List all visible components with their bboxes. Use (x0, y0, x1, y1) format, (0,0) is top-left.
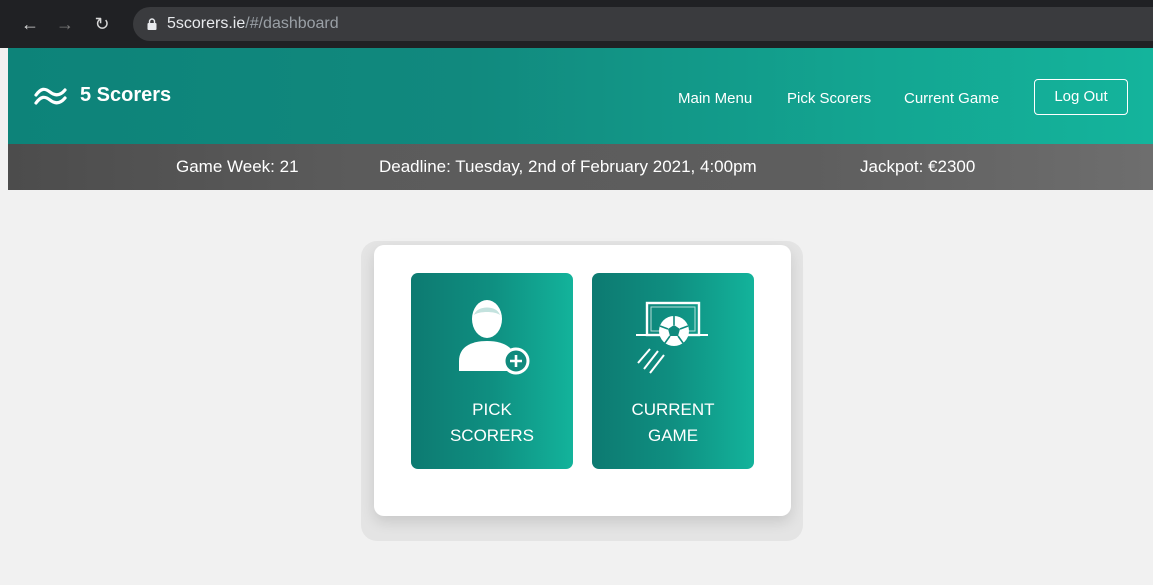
url-text: 5scorers.ie/#/dashboard (167, 15, 339, 33)
pick-scorers-line1: PICK (472, 400, 512, 419)
nav-current-game[interactable]: Current Game (904, 90, 999, 107)
address-bar[interactable]: 5scorers.ie/#/dashboard (133, 7, 1153, 41)
logout-button[interactable]: Log Out (1034, 79, 1128, 115)
browser-toolbar: ← → ↻ 5scorers.ie/#/dashboard (0, 0, 1153, 48)
goal-ball-icon (636, 301, 708, 374)
current-game-line1: CURRENT (631, 400, 715, 419)
game-info-bar: Game Week: 21 Deadline: Tuesday, 2nd of … (8, 144, 1153, 190)
deadline: Deadline: Tuesday, 2nd of February 2021,… (379, 157, 757, 176)
pick-scorers-label: PICK SCORERS (411, 397, 573, 449)
current-game-label: CURRENT GAME (592, 397, 754, 449)
url-path: /#/dashboard (245, 15, 339, 32)
pick-scorers-tile[interactable]: PICK SCORERS (411, 273, 573, 469)
user-add-icon (459, 300, 530, 375)
brand-name: 5 Scorers (80, 84, 172, 106)
app-header: 5 Scorers Main Menu Pick Scorers Current… (8, 48, 1153, 144)
reload-icon[interactable]: ↻ (92, 14, 112, 34)
current-game-tile[interactable]: CURRENT GAME (592, 273, 754, 469)
dashboard-main: PICK SCORERS CURRENT GAME (8, 190, 1153, 585)
lock-icon (147, 18, 157, 30)
jackpot: Jackpot: €2300 (860, 157, 976, 176)
nav-main-menu[interactable]: Main Menu (678, 90, 752, 107)
wave-logo-icon (34, 87, 67, 105)
url-host: 5scorers.ie (167, 15, 246, 32)
dashboard-card: PICK SCORERS CURRENT GAME (374, 245, 791, 516)
arrow-right-icon[interactable]: → (55, 14, 75, 34)
current-game-line2: GAME (647, 426, 699, 445)
nav-pick-scorers[interactable]: Pick Scorers (787, 90, 871, 107)
pick-scorers-line2: SCORERS (449, 426, 535, 445)
arrow-left-icon[interactable]: ← (20, 14, 40, 34)
game-week: Game Week: 21 (176, 157, 299, 176)
